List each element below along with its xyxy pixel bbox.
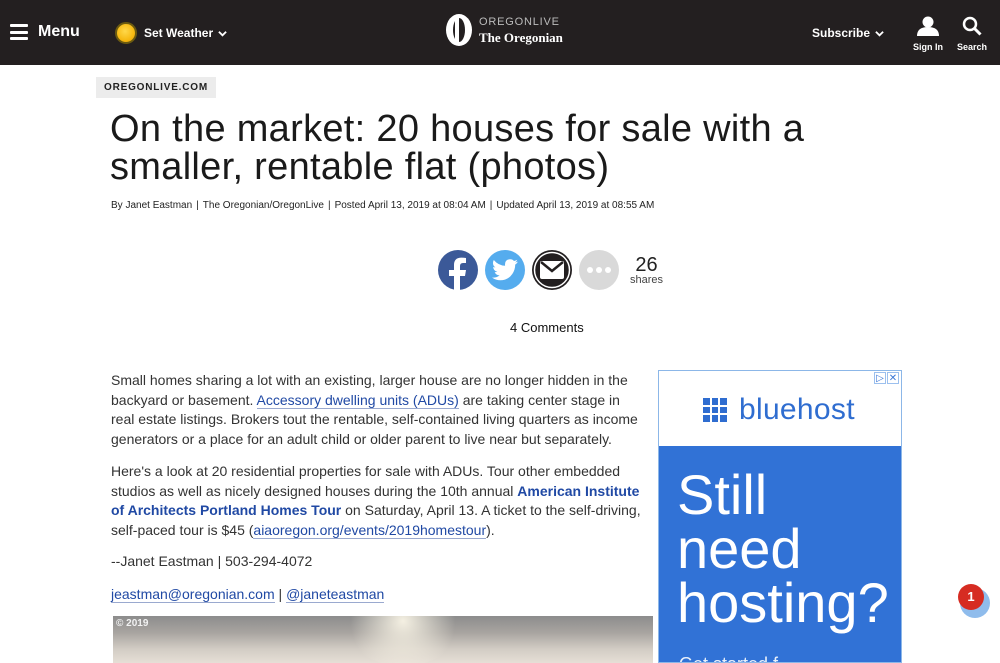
updated-date: Updated April 13, 2019 at 08:55 AM <box>496 200 655 211</box>
more-share-button[interactable] <box>579 250 619 290</box>
author-contact-line: --Janet Eastman | 503-294-4072 <box>111 553 313 569</box>
sign-in-button[interactable]: Sign In <box>912 16 944 52</box>
bluehost-logo: bluehost <box>703 393 855 427</box>
site-logo[interactable]: OREGONLIVE The Oregonian <box>445 13 563 47</box>
ad-headline: Still need hosting? <box>677 463 889 634</box>
twitter-icon <box>492 259 518 281</box>
byline: By Janet Eastman | The Oregonian/OregonLiv… <box>111 200 655 211</box>
notification-button[interactable]: 1 <box>958 584 990 618</box>
facebook-icon <box>449 257 466 290</box>
photo-copyright: © 2019 <box>116 618 149 629</box>
share-count: 26 shares <box>630 255 663 286</box>
share-bar: 26 shares <box>438 250 663 290</box>
photo-sky <box>343 616 463 663</box>
ad-choices-icon[interactable]: ▷ <box>874 372 886 384</box>
ad-body: Still need hosting? Get started f... <box>659 446 901 662</box>
user-icon <box>917 16 939 36</box>
share-count-number: 26 <box>635 253 658 276</box>
share-count-label: shares <box>630 273 664 286</box>
ad-subline: Get started f... <box>679 654 793 662</box>
comments-link[interactable]: 4 Comments <box>510 320 584 335</box>
menu-button[interactable]: Menu <box>10 21 80 43</box>
weather-label: Set Weather <box>144 26 214 40</box>
oregonian-logo-icon <box>446 14 472 46</box>
byline-prefix: By <box>111 200 123 211</box>
search-label: Search <box>956 42 988 52</box>
facebook-share-button[interactable] <box>438 250 478 290</box>
notification-badge: 1 <box>958 584 984 610</box>
sign-in-label: Sign In <box>913 42 943 52</box>
article-paragraph: Small homes sharing a lot with an existi… <box>111 371 646 449</box>
twitter-handle-link[interactable]: @janeteastman <box>286 586 385 603</box>
article-paragraph: Here's a look at 20 residential properti… <box>111 462 646 540</box>
article-headline: On the market: 20 houses for sale with a… <box>110 108 805 188</box>
sun-icon <box>115 22 137 44</box>
chevron-down-icon <box>218 30 227 37</box>
chevron-down-icon <box>875 30 884 37</box>
aiaoregon-link[interactable]: aiaoregon.org/events/2019homestour <box>253 521 487 539</box>
search-button[interactable]: Search <box>956 16 988 52</box>
more-dots-icon <box>587 267 611 273</box>
top-nav-bar: Menu Set Weather OREGONLIVE The Oregonia… <box>0 0 1000 65</box>
separator: | <box>274 586 287 602</box>
paragraph-text: ). <box>486 521 495 538</box>
ad-header: ▷ ✕ bluehost <box>659 371 901 446</box>
bluehost-ad[interactable]: ▷ ✕ bluehost Still need hosting? Get sta… <box>658 370 902 663</box>
posted-date: Posted April 13, 2019 at 08:04 AM <box>334 200 486 211</box>
bluehost-grid-icon <box>703 398 727 422</box>
set-weather-button[interactable]: Set Weather <box>115 22 227 44</box>
gallery-photo[interactable]: © 2019 <box>113 616 653 663</box>
bluehost-brand: bluehost <box>739 393 855 426</box>
adu-link[interactable]: Accessory dwelling units (ADUs) <box>256 391 459 409</box>
ad-close-icon[interactable]: ✕ <box>887 372 899 384</box>
section-tag[interactable]: OREGONLIVE.COM <box>96 77 216 98</box>
publication-name: The Oregonian/OregonLive <box>202 200 324 211</box>
author-links: jeastman@oregonian.com | @janeteastman <box>111 585 646 605</box>
email-share-button[interactable] <box>532 250 572 290</box>
logo-bottom-text: The Oregonian <box>479 29 563 45</box>
menu-label: Menu <box>38 23 80 40</box>
ad-choices[interactable]: ▷ ✕ <box>873 372 899 384</box>
logo-top-text: OREGONLIVE <box>479 15 560 28</box>
subscribe-button[interactable]: Subscribe <box>812 26 884 40</box>
subscribe-label: Subscribe <box>812 26 871 40</box>
twitter-share-button[interactable] <box>485 250 525 290</box>
search-icon <box>962 16 982 36</box>
author-link[interactable]: Janet Eastman <box>125 200 192 211</box>
mail-icon <box>533 251 571 289</box>
hamburger-icon <box>10 24 28 40</box>
email-link[interactable]: jeastman@oregonian.com <box>111 586 275 603</box>
